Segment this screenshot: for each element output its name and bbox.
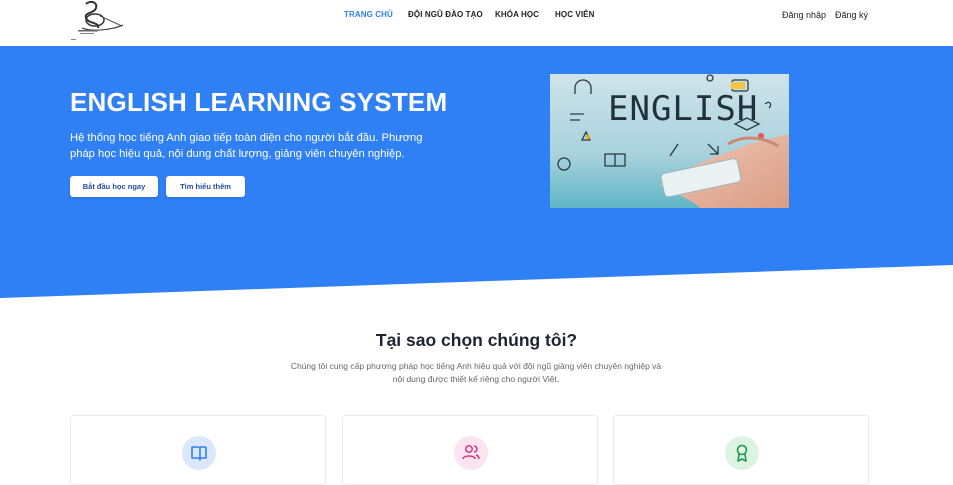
section-description: Chúng tôi cung cấp phương pháp học tiếng… [290,361,662,384]
award-icon [725,436,759,470]
book-icon [182,436,216,470]
nav-item-students[interactable]: HỌC VIÊN [555,10,594,19]
nav-item-courses[interactable]: KHÓA HỌC [495,10,539,19]
nav-item-home[interactable]: TRANG CHỦ [344,10,393,19]
register-link[interactable]: Đăng ký [835,10,868,20]
hero-background [0,46,953,298]
hero-title: ENGLISH LEARNING SYSTEM [70,87,448,117]
divider [71,39,76,40]
section-title: Tại sao chọn chúng tôi? [375,330,578,350]
learn-more-button[interactable]: Tìm hiểu thêm [166,176,245,197]
login-link[interactable]: Đăng nhập [782,10,826,20]
hero-description: Hệ thống học tiếng Anh giao tiếp toàn di… [70,132,423,160]
start-learning-button[interactable]: Bắt đầu học ngay [70,176,158,197]
nav-item-teachers[interactable]: ĐỘI NGŨ ĐÀO TẠO [408,10,483,19]
hero-image-word: ENGLISH [608,89,758,129]
site-header: TRANG CHỦ ĐỘI NGŨ ĐÀO TẠO KHÓA HỌC HỌC V… [0,0,953,46]
hero-image: ENGLISH [550,74,789,208]
hero-section: ENGLISH LEARNING SYSTEM Hệ thống học tiế… [0,46,953,298]
users-icon [454,436,488,470]
